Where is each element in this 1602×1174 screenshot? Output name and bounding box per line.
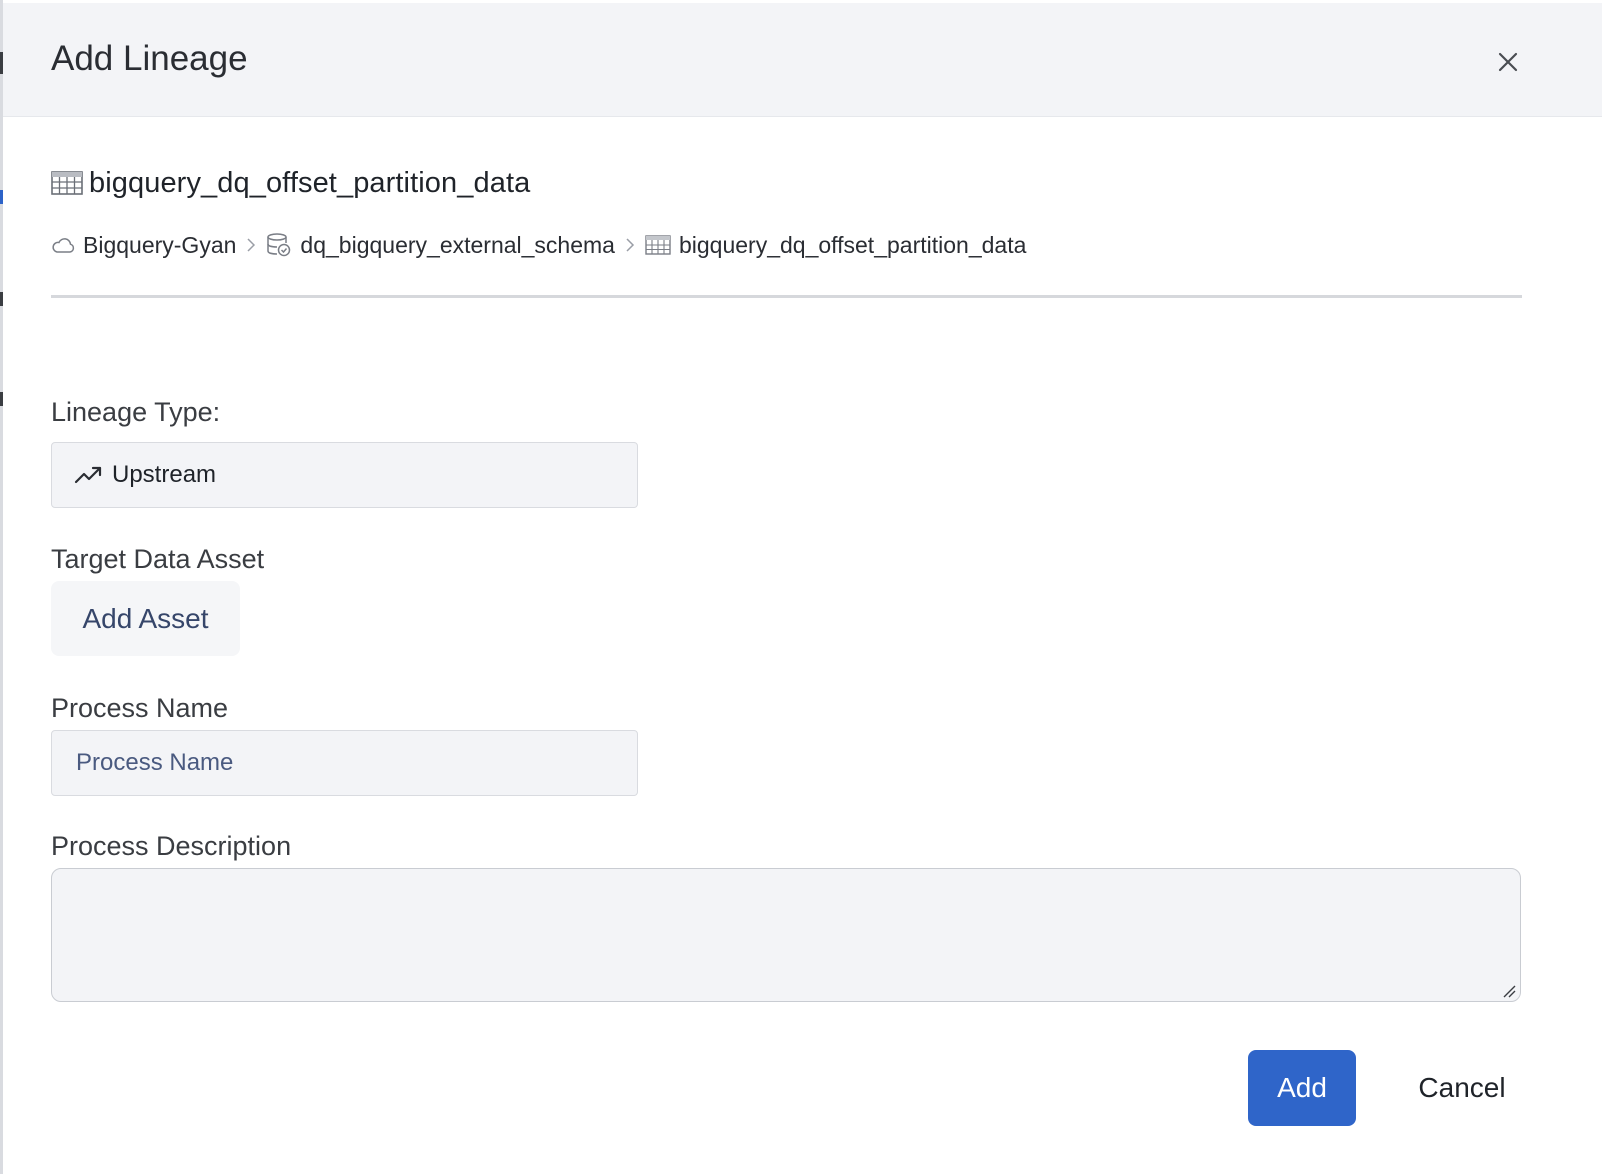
target-data-asset-label: Target Data Asset	[51, 544, 265, 574]
table-icon	[51, 171, 83, 195]
asset-heading: bigquery_dq_offset_partition_data	[51, 165, 530, 201]
add-asset-button[interactable]: Add Asset	[51, 581, 240, 656]
process-description-label: Process Description	[51, 831, 292, 861]
lineage-type-label: Lineage Type:	[51, 397, 221, 427]
chevron-right-icon	[625, 237, 635, 253]
breadcrumb-item-table[interactable]: bigquery_dq_offset_partition_data	[645, 232, 1026, 259]
dialog-title: Add Lineage	[51, 39, 248, 78]
trending-up-icon	[74, 466, 102, 484]
close-button[interactable]	[1491, 45, 1525, 79]
cancel-button[interactable]: Cancel	[1403, 1050, 1521, 1126]
breadcrumb-label: Bigquery-Gyan	[83, 231, 237, 258]
add-button[interactable]: Add	[1248, 1050, 1356, 1126]
database-schema-icon	[267, 233, 291, 257]
process-description-textarea[interactable]	[51, 868, 1521, 1002]
lineage-type-select[interactable]: Upstream	[51, 442, 638, 508]
cloud-icon	[52, 238, 75, 253]
breadcrumb-item-schema[interactable]: dq_bigquery_external_schema	[266, 232, 615, 259]
section-divider	[51, 295, 1522, 298]
asset-name: bigquery_dq_offset_partition_data	[89, 166, 531, 199]
process-name-label: Process Name	[51, 693, 229, 723]
dialog-header: Add Lineage	[3, 3, 1602, 117]
add-lineage-dialog: Add Lineage bigquery_dq_offset_partition…	[3, 3, 1602, 1174]
close-icon	[1498, 52, 1518, 72]
table-icon	[645, 235, 671, 255]
resize-handle-icon[interactable]	[1501, 983, 1517, 999]
lineage-type-value: Upstream	[112, 461, 217, 488]
chevron-right-icon	[246, 237, 256, 253]
breadcrumb-label: dq_bigquery_external_schema	[300, 231, 615, 258]
breadcrumb: Bigquery-Gyan dq_bigquery_external_schem…	[51, 229, 1026, 261]
breadcrumb-label: bigquery_dq_offset_partition_data	[678, 231, 1027, 258]
breadcrumb-item-connection[interactable]: Bigquery-Gyan	[51, 232, 236, 259]
process-name-input[interactable]	[51, 730, 638, 796]
